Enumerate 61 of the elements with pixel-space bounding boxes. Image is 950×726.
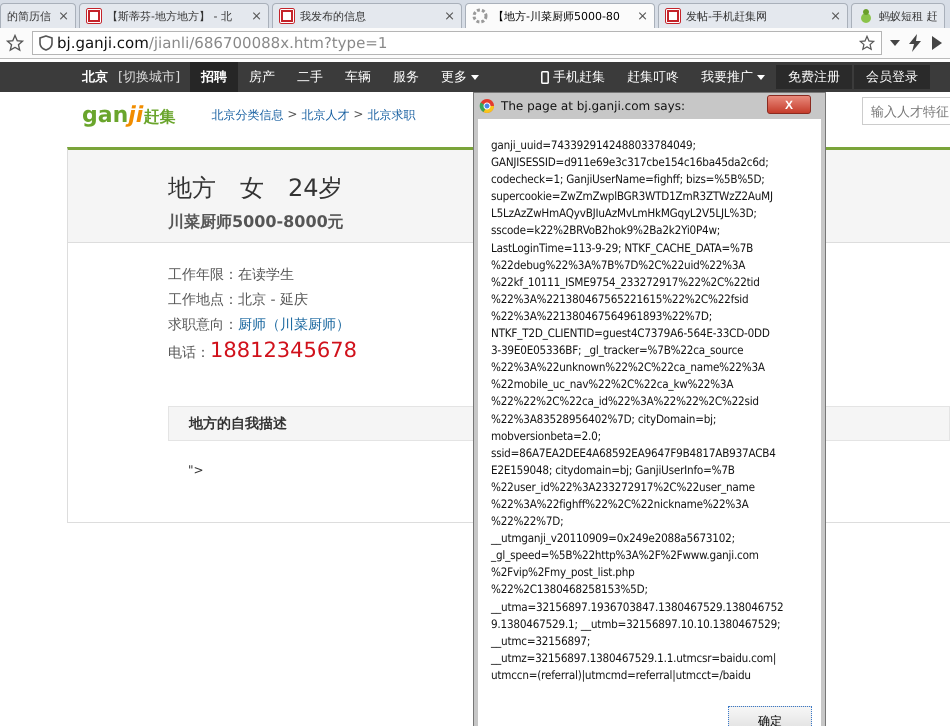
- nav-item[interactable]: 房产: [238, 62, 286, 92]
- breadcrumb-link[interactable]: 北京分类信息: [211, 106, 284, 124]
- nav-link[interactable]: 赶集叮咚: [616, 62, 690, 92]
- breadcrumb-link[interactable]: 北京人才: [301, 106, 350, 124]
- loading-icon: [472, 8, 488, 24]
- lightning-icon[interactable]: [908, 34, 922, 52]
- nav-item[interactable]: 服务: [382, 62, 430, 92]
- candidate-gender: 女: [240, 173, 264, 204]
- nav-link[interactable]: 手机赶集: [530, 62, 616, 92]
- breadcrumb-link[interactable]: 北京求职: [367, 106, 416, 124]
- breadcrumb-separator: >: [353, 106, 364, 122]
- field-label: 求职意向：: [168, 316, 238, 335]
- browser-tab[interactable]: 我发布的信息 ×: [272, 3, 462, 28]
- ok-button[interactable]: 确定: [728, 706, 812, 726]
- site-icon: [86, 8, 102, 24]
- nav-item[interactable]: 车辆: [334, 62, 382, 92]
- close-button[interactable]: X: [767, 95, 811, 114]
- search-field[interactable]: 输入人才特征: [862, 97, 950, 125]
- star-icon[interactable]: [859, 35, 875, 51]
- register-button[interactable]: 免费注册: [776, 65, 852, 89]
- menu-icon[interactable]: [930, 35, 944, 51]
- caret-icon[interactable]: [890, 39, 900, 47]
- city-label: 北京: [80, 68, 109, 87]
- browser-tab[interactable]: 的简历信 ×: [0, 3, 76, 28]
- site-icon: [665, 8, 681, 24]
- chrome-icon: [479, 98, 495, 114]
- close-icon[interactable]: ×: [444, 8, 455, 24]
- phone-number: 18812345678: [210, 338, 357, 363]
- field-value: 在读学生: [238, 266, 294, 285]
- login-button[interactable]: 会员登录: [854, 65, 930, 89]
- candidate-name: 地方: [168, 173, 216, 204]
- phone-icon: [541, 70, 550, 84]
- description-text: ">: [188, 463, 204, 477]
- field-label: 工作年限：: [168, 266, 238, 285]
- browser-tab[interactable]: 【斯蒂芬-地方地方】 - 北 ×: [79, 3, 269, 28]
- close-icon[interactable]: ×: [58, 8, 69, 24]
- job-title: 川菜厨师5000-8000元: [168, 212, 344, 233]
- job-link[interactable]: 厨师（川菜厨师）: [238, 313, 350, 338]
- candidate-age: 24岁: [288, 173, 343, 204]
- browser-tab[interactable]: 发帖-手机赶集网 ×: [658, 3, 848, 28]
- close-icon[interactable]: ×: [830, 8, 841, 24]
- field-label: 电话：: [168, 344, 210, 363]
- close-icon[interactable]: ×: [637, 8, 648, 24]
- nav-link[interactable]: 我要推广: [690, 62, 776, 92]
- field-value: 北京 - 延庆: [238, 291, 308, 310]
- ant-icon: [858, 8, 874, 24]
- caret-icon: [757, 74, 766, 80]
- field-label: 工作地点：: [168, 291, 238, 310]
- shield-icon: [39, 35, 53, 51]
- nav-item[interactable]: 招聘: [190, 62, 238, 92]
- browser-tab[interactable]: 【地方-川菜厨师5000-80 ×: [465, 3, 655, 28]
- dialog-title: The page at bj.ganji.com says:: [501, 99, 686, 113]
- switch-city-link[interactable]: [切换城市]: [118, 62, 190, 92]
- address-field[interactable]: bj.ganji.com/jianli/686700088x.htm?type=1: [32, 31, 882, 55]
- star-icon[interactable]: [6, 34, 24, 52]
- browser-tab[interactable]: 蚂蚁短租 赶: [851, 3, 944, 28]
- site-icon: [279, 8, 295, 24]
- nav-item[interactable]: 二手: [286, 62, 334, 92]
- close-icon[interactable]: ×: [251, 8, 262, 24]
- nav-item[interactable]: 更多: [430, 62, 490, 92]
- breadcrumb-separator: >: [287, 106, 298, 122]
